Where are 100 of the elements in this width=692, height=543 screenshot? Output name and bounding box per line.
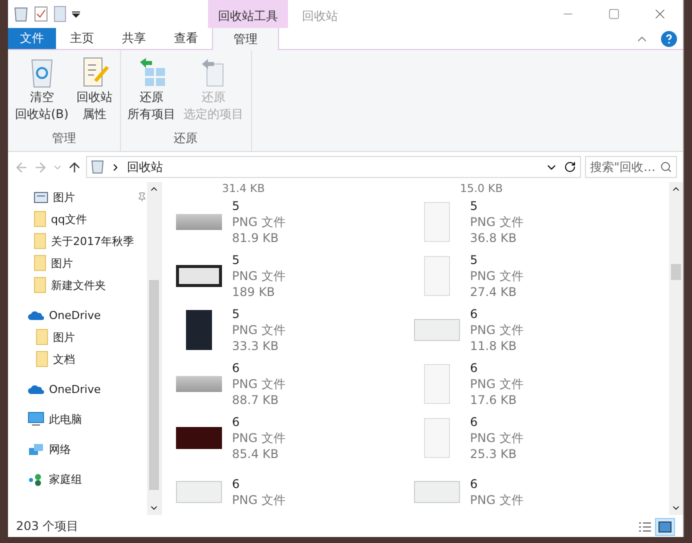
file-name: 6 xyxy=(470,414,479,430)
file-size: 27.4 KB xyxy=(470,284,518,300)
nav-item[interactable]: 新建文件夹 xyxy=(8,274,147,296)
file-size: 15.0 KB xyxy=(460,182,504,195)
scroll-thumb[interactable] xyxy=(671,264,681,280)
ribbon-command[interactable]: 清空 回收站(B) xyxy=(12,56,72,130)
thumbnail-view-icon xyxy=(658,520,672,532)
up-icon[interactable] xyxy=(67,160,82,174)
contextual-tab-header: 回收站工具 xyxy=(208,0,288,28)
details-view-icon xyxy=(638,520,652,532)
nav-item[interactable]: OneDrive xyxy=(8,304,147,326)
nav-label: OneDrive xyxy=(49,382,101,396)
folder-icon xyxy=(34,233,46,249)
image-thumbnail xyxy=(424,256,450,296)
recycle-bin-icon xyxy=(14,6,28,22)
file-type: PNG 文件 xyxy=(232,376,286,392)
nav-item[interactable]: 图片 xyxy=(8,326,147,348)
file-item[interactable]: 6 PNG 文件 25.3 KB xyxy=(412,411,650,465)
file-name: 5 xyxy=(470,252,479,268)
nav-label: OneDrive xyxy=(49,308,101,322)
checklist-icon[interactable] xyxy=(34,6,48,22)
nav-item[interactable]: 此电脑 xyxy=(8,408,147,430)
file-size: 25.3 KB xyxy=(470,446,518,462)
file-name: 5 xyxy=(232,252,241,268)
ribbon-command[interactable]: 还原 所有项目 xyxy=(124,56,179,130)
network-icon xyxy=(28,442,44,456)
nav-label: 图片 xyxy=(53,330,75,344)
image-thumbnail xyxy=(414,481,460,503)
scroll-thumb[interactable] xyxy=(149,280,159,490)
scrollbar[interactable] xyxy=(669,182,683,515)
file-size: 31.4 KB xyxy=(222,182,266,195)
file-size: 36.8 KB xyxy=(470,230,518,246)
image-thumbnail xyxy=(424,202,450,242)
nav-label: 图片 xyxy=(51,256,74,270)
recycle-bin-icon xyxy=(91,160,104,174)
search-icon xyxy=(660,161,672,173)
image-thumbnail xyxy=(176,376,222,392)
file-item[interactable]: 6 PNG 文件 xyxy=(412,465,650,515)
thumbnail-view-button[interactable] xyxy=(655,518,675,536)
file-item[interactable]: 5 PNG 文件 33.3 KB xyxy=(174,303,412,357)
image-thumbnail xyxy=(414,319,460,341)
nav-label: 此电脑 xyxy=(49,412,82,426)
file-item[interactable]: 5 PNG 文件 189 KB xyxy=(174,249,412,303)
help-icon[interactable] xyxy=(661,30,677,46)
file-item[interactable]: 5 PNG 文件 36.8 KB xyxy=(412,195,650,249)
file-size: 81.9 KB xyxy=(232,230,280,246)
file-type: PNG 文件 xyxy=(470,492,524,508)
folder-icon xyxy=(34,211,46,227)
folder-icon xyxy=(34,255,46,271)
nav-label: 关于2017年秋季 xyxy=(51,234,135,248)
file-item[interactable]: 6 PNG 文件 xyxy=(174,465,412,515)
file-type: PNG 文件 xyxy=(470,430,524,446)
address-field[interactable]: 回收站 xyxy=(86,156,581,178)
file-type: PNG 文件 xyxy=(232,322,286,338)
nav-item[interactable]: 文档 xyxy=(8,348,147,370)
nav-label: 新建文件夹 xyxy=(51,278,107,292)
file-type: PNG 文件 xyxy=(470,214,524,230)
dropdown-icon[interactable] xyxy=(72,10,80,18)
file-item[interactable]: 6 PNG 文件 11.8 KB xyxy=(412,303,650,357)
image-thumbnail xyxy=(424,418,450,458)
nav-item[interactable]: 家庭组 xyxy=(8,468,147,490)
monitor-icon xyxy=(28,412,44,426)
homegroup-icon xyxy=(28,472,44,486)
file-item[interactable]: 6 PNG 文件 88.7 KB xyxy=(174,357,412,411)
ribbon-tab[interactable]: 管理 xyxy=(212,28,279,50)
file-name: 6 xyxy=(470,306,479,322)
file-type: PNG 文件 xyxy=(232,214,286,230)
file-item[interactable]: 5 PNG 文件 27.4 KB xyxy=(412,249,650,303)
picture-icon xyxy=(34,192,48,202)
file-item[interactable]: 6 PNG 文件 85.4 KB xyxy=(174,411,412,465)
file-name: 6 xyxy=(470,360,479,376)
nav-item[interactable]: 图片 xyxy=(8,252,147,274)
file-name: 6 xyxy=(232,414,241,430)
file-size: 11.8 KB xyxy=(470,338,518,354)
nav-item[interactable]: 网络 xyxy=(8,438,147,460)
search-field[interactable]: 搜索"回收… xyxy=(585,156,677,178)
window-title: 回收站 xyxy=(301,8,339,25)
refresh-icon[interactable] xyxy=(564,161,576,173)
file-name: 6 xyxy=(470,476,479,492)
image-thumbnail xyxy=(176,427,222,449)
cloud-icon xyxy=(28,384,44,394)
file-size: 189 KB xyxy=(232,284,276,300)
nav-item[interactable]: 图片 xyxy=(8,186,147,208)
ribbon-command[interactable]: 回收站 属性 xyxy=(74,56,116,130)
folder-icon xyxy=(34,277,46,293)
file-type: PNG 文件 xyxy=(232,268,286,284)
file-item[interactable]: 5 PNG 文件 81.9 KB xyxy=(174,195,412,249)
file-name: 5 xyxy=(470,198,479,214)
nav-label: 网络 xyxy=(49,442,71,456)
file-tab[interactable]: 文件 xyxy=(8,28,56,49)
nav-item[interactable]: OneDrive xyxy=(8,378,147,400)
file-item[interactable]: 6 PNG 文件 17.6 KB xyxy=(412,357,650,411)
maximize-icon[interactable] xyxy=(608,8,620,20)
nav-item[interactable]: qq文件 xyxy=(8,208,147,230)
image-thumbnail xyxy=(424,364,450,404)
file-name: 5 xyxy=(232,198,241,214)
nav-item[interactable]: 关于2017年秋季 xyxy=(8,230,147,252)
image-thumbnail xyxy=(176,265,222,287)
file-name: 5 xyxy=(232,306,241,322)
scrollbar[interactable] xyxy=(147,182,161,515)
